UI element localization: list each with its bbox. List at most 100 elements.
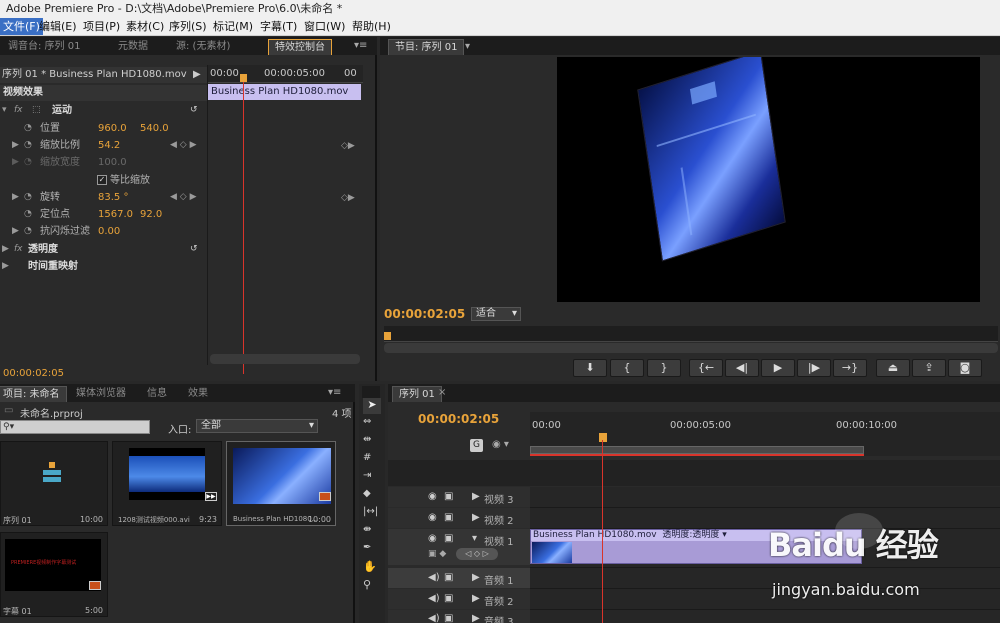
- tab-effects[interactable]: 效果: [182, 386, 214, 402]
- project-item-business-plan[interactable]: Business Plan HD1080... 10:00: [226, 441, 336, 526]
- dropdown-icon[interactable]: ▾: [465, 41, 470, 52]
- work-area-bar[interactable]: [530, 446, 864, 454]
- menu-clip[interactable]: 素材(C): [123, 18, 167, 35]
- scale-value[interactable]: 54.2: [98, 137, 120, 154]
- uniform-scale-checkbox[interactable]: ✓: [97, 175, 107, 185]
- mini-ruler[interactable]: 00:00 00:00:05:00 00: [208, 65, 363, 83]
- slide-tool-icon[interactable]: ⇼: [363, 524, 371, 535]
- tab-source[interactable]: 源: (无素材): [170, 39, 236, 55]
- lift-button[interactable]: ⏏: [876, 359, 910, 377]
- marker-icon[interactable]: ◉ ▾: [492, 439, 509, 450]
- step-back-button[interactable]: ◀|: [725, 359, 759, 377]
- uniform-scale-row[interactable]: ✓ 等比缩放: [0, 172, 208, 189]
- menu-marker[interactable]: 标记(M): [210, 18, 256, 35]
- stopwatch-icon[interactable]: ◔: [24, 189, 32, 206]
- tab-program[interactable]: 节目: 序列 01: [388, 39, 465, 55]
- eye-icon[interactable]: ◉: [428, 491, 437, 502]
- keyframe-icon[interactable]: ◇▶: [341, 141, 355, 151]
- effect-playhead[interactable]: [243, 74, 244, 374]
- position-x[interactable]: 960.0: [98, 120, 127, 137]
- rotation-row[interactable]: ▶ ◔ 旋转 83.5 ° ◀ ◇ ▶: [0, 189, 208, 206]
- stopwatch-icon[interactable]: ◔: [24, 223, 32, 240]
- position-row[interactable]: ◔ 位置 960.0 540.0: [0, 120, 208, 137]
- film-icon[interactable]: ▣: [444, 593, 453, 604]
- reset-icon[interactable]: ↺: [190, 241, 198, 258]
- tab-project[interactable]: 项目: 未命名: [0, 386, 67, 402]
- tab-metadata[interactable]: 元数据: [112, 39, 154, 55]
- effect-timecode[interactable]: 00:00:02:05: [3, 368, 64, 379]
- film-icon[interactable]: ▣: [444, 572, 453, 583]
- stopwatch-icon[interactable]: ◔: [24, 206, 32, 223]
- slip-tool-icon[interactable]: |↔|: [363, 506, 378, 517]
- snap-icon[interactable]: G: [470, 439, 483, 452]
- anchor-y[interactable]: 92.0: [140, 206, 162, 223]
- tab-info[interactable]: 信息: [141, 386, 173, 402]
- zoom-scrollbar[interactable]: [210, 354, 360, 364]
- clip-bar[interactable]: Business Plan HD1080.mov: [208, 84, 361, 100]
- ripple-edit-icon[interactable]: ⇹: [363, 434, 371, 445]
- keyframe-nav-icon[interactable]: ◀ ◇ ▶: [170, 137, 197, 154]
- zoom-tool-icon[interactable]: ⚲: [363, 578, 371, 591]
- menu-help[interactable]: 帮助(H): [349, 18, 394, 35]
- tab-sequence[interactable]: 序列 01: [392, 386, 442, 402]
- pen-tool-icon[interactable]: ✒: [363, 542, 371, 553]
- tab-audio-mixer[interactable]: 调音台: 序列 01: [2, 39, 86, 55]
- clip-fx-label[interactable]: 透明度:透明度 ▾: [662, 530, 726, 540]
- stopwatch-icon[interactable]: ◔: [24, 120, 32, 137]
- go-to-out-button[interactable]: →}: [833, 359, 867, 377]
- program-timecode[interactable]: 00:00:02:05: [384, 307, 465, 321]
- track-header-v3[interactable]: ◉ ▣ ▶ 视频 3: [388, 487, 530, 507]
- track-header-a1[interactable]: ◀) ▣ ▶ 音频 1: [388, 568, 530, 588]
- go-to-in-button[interactable]: {←: [689, 359, 723, 377]
- add-marker-button[interactable]: ⬇: [573, 359, 607, 377]
- menu-sequence[interactable]: 序列(S): [166, 18, 210, 35]
- keyframe-nav-icon[interactable]: ◁ ◇ ▷: [456, 548, 498, 560]
- razor-tool-icon[interactable]: ◆: [363, 488, 371, 499]
- in-dropdown[interactable]: 全部 ▾: [196, 419, 318, 433]
- video-preview[interactable]: [557, 57, 980, 302]
- playhead-handle-icon[interactable]: [240, 74, 247, 82]
- track-header-a3[interactable]: ◀) ▣ ▶ 音频 3: [388, 610, 530, 623]
- film-icon[interactable]: ▣: [444, 613, 453, 623]
- program-zoom-bar[interactable]: [384, 343, 998, 353]
- reset-icon[interactable]: ↺: [190, 102, 198, 119]
- motion-row[interactable]: ▾ fx ⬚ 运动 ↺: [0, 102, 208, 119]
- project-item-sequence[interactable]: 序列 01 10:00: [0, 441, 108, 526]
- display-style-icon[interactable]: ▣ ◆: [428, 549, 446, 559]
- mark-in-button[interactable]: {: [610, 359, 644, 377]
- anchor-x[interactable]: 1567.0: [98, 206, 133, 223]
- selection-tool-icon[interactable]: ➤: [363, 398, 381, 414]
- rotation-value[interactable]: 83.5 °: [98, 189, 128, 206]
- program-playhead-icon[interactable]: [384, 332, 391, 340]
- keyframe-icon[interactable]: ◇▶: [341, 193, 355, 203]
- eye-icon[interactable]: ◉: [428, 512, 437, 523]
- time-remap-row[interactable]: ▶ 时间重映射: [0, 258, 208, 275]
- project-item-title[interactable]: PREMIERE视频制作字幕测试 字幕 01 5:00: [0, 532, 108, 617]
- program-ruler[interactable]: [384, 326, 998, 342]
- step-forward-button[interactable]: |▶: [797, 359, 831, 377]
- film-icon[interactable]: ▣: [444, 533, 453, 544]
- track-header-a2[interactable]: ◀) ▣ ▶ 音频 2: [388, 589, 530, 609]
- rate-stretch-icon[interactable]: ⇥: [363, 470, 371, 481]
- search-input[interactable]: ⚲▾: [0, 420, 150, 434]
- speaker-icon[interactable]: ◀): [428, 572, 440, 583]
- track-header-v1[interactable]: ◉ ▣ ▾ 视频 1 ▣ ◆ ◁ ◇ ▷: [388, 529, 530, 565]
- speaker-icon[interactable]: ◀): [428, 593, 440, 604]
- tab-effect-controls[interactable]: 特效控制台: [268, 39, 332, 55]
- fit-dropdown[interactable]: 适合 ▾: [471, 307, 521, 321]
- project-item-avi[interactable]: ▶▶ 1208测试视频000.avi 9:23: [112, 441, 222, 526]
- scale-row[interactable]: ▶ ◔ 缩放比例 54.2 ◀ ◇ ▶: [0, 137, 208, 154]
- keyframe-nav-icon[interactable]: ◀ ◇ ▶: [170, 189, 197, 206]
- eye-icon[interactable]: ◉: [428, 533, 437, 544]
- close-icon[interactable]: ×: [438, 387, 446, 398]
- tab-media-browser[interactable]: 媒体浏览器: [70, 386, 132, 402]
- play-button[interactable]: ▶: [761, 359, 795, 377]
- hand-tool-icon[interactable]: ✋: [363, 560, 377, 573]
- speaker-icon[interactable]: ◀): [428, 613, 440, 623]
- film-icon[interactable]: ▣: [444, 512, 453, 523]
- mark-out-button[interactable]: }: [647, 359, 681, 377]
- film-icon[interactable]: ▣: [444, 491, 453, 502]
- camera-icon[interactable]: ◙: [948, 359, 982, 377]
- anchor-row[interactable]: ◔ 定位点 1567.0 92.0: [0, 206, 208, 223]
- panel-menu-icon[interactable]: ▾≡: [354, 40, 367, 51]
